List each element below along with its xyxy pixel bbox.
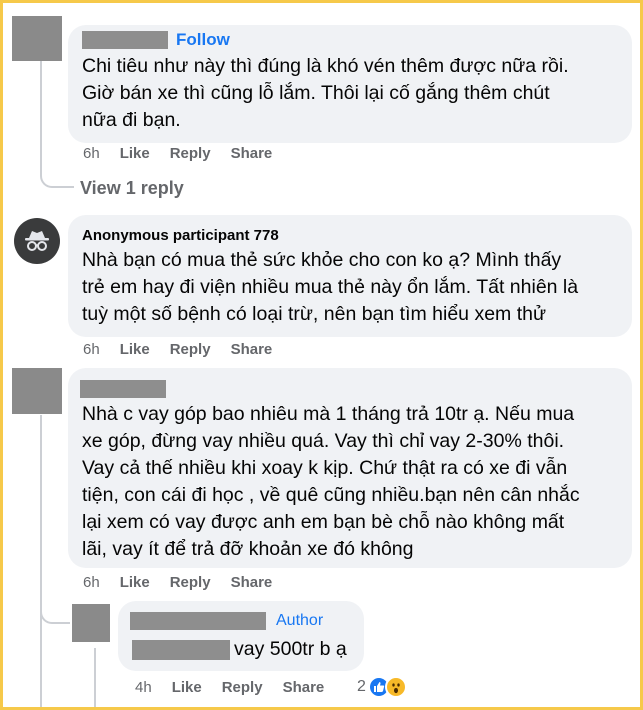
author-name-redacted[interactable] bbox=[82, 31, 168, 49]
wow-reaction-icon bbox=[384, 676, 407, 698]
avatar[interactable] bbox=[72, 604, 110, 642]
timestamp[interactable]: 4h bbox=[135, 679, 152, 696]
comment-line: lại xem có vay được anh em bạn bè chỗ nà… bbox=[82, 511, 565, 533]
comment-actions: 6h Like Reply Share bbox=[83, 145, 292, 162]
comment-bubble: Nhà c vay góp bao nhiêu mà 1 tháng trả 1… bbox=[68, 368, 632, 568]
follow-button[interactable]: Follow bbox=[176, 30, 230, 50]
reply-bubble: Author vay 500tr b ạ bbox=[118, 601, 364, 671]
share-button[interactable]: Share bbox=[231, 145, 273, 162]
comment-text: Chi tiêu như này thì đúng là khó vén thê… bbox=[82, 53, 569, 134]
comment-line: Nhà c vay góp bao nhiêu mà 1 tháng trả 1… bbox=[82, 403, 575, 425]
share-button[interactable]: Share bbox=[231, 341, 273, 358]
reaction-summary[interactable]: 2 bbox=[357, 676, 407, 698]
comment-text: Nhà bạn có mua thẻ sức khỏe cho con ko ạ… bbox=[82, 247, 578, 328]
comment-actions: 6h Like Reply Share bbox=[83, 574, 292, 591]
reply-button[interactable]: Reply bbox=[170, 341, 211, 358]
anonymous-avatar[interactable] bbox=[14, 218, 60, 264]
comment-line: nữa đi bạn. bbox=[82, 109, 181, 131]
author-name-redacted[interactable] bbox=[130, 612, 266, 630]
reply-button[interactable]: Reply bbox=[170, 145, 211, 162]
avatar[interactable] bbox=[12, 16, 62, 61]
incognito-icon bbox=[25, 231, 49, 251]
reaction-count: 2 bbox=[357, 678, 366, 695]
reply-line: vay 500tr b ạ bbox=[234, 638, 347, 660]
like-button[interactable]: Like bbox=[172, 679, 202, 696]
comment-line: Giờ bán xe thì cũng lỗ lắm. Thôi lại cố … bbox=[82, 82, 550, 104]
comment-bubble: Anonymous participant 778 Nhà bạn có mua… bbox=[68, 215, 632, 337]
comment-line: tuỳ một số bệnh có loại trừ, nên bạn tìm… bbox=[82, 303, 547, 325]
thread-curve bbox=[40, 160, 74, 188]
comment-line: tiện, con cái đi học , về quê cũng nhiều… bbox=[82, 484, 580, 506]
like-button[interactable]: Like bbox=[120, 574, 150, 591]
comment-line: xe góp, đừng vay nhiều quá. Vay thì chỉ … bbox=[82, 430, 565, 452]
share-button[interactable]: Share bbox=[283, 679, 325, 696]
redacted-text bbox=[132, 639, 230, 660]
author-badge: Author bbox=[276, 612, 324, 629]
comment-line: Chi tiêu như này thì đúng là khó vén thê… bbox=[82, 55, 569, 77]
reply-button[interactable]: Reply bbox=[222, 679, 263, 696]
author-name-redacted[interactable] bbox=[80, 380, 166, 398]
reply-actions: 4h Like Reply Share bbox=[135, 679, 344, 696]
comment-line: Nhà bạn có mua thẻ sức khỏe cho con ko ạ… bbox=[82, 249, 562, 271]
comment-text: Nhà c vay góp bao nhiêu mà 1 tháng trả 1… bbox=[82, 401, 580, 563]
thread-line bbox=[40, 415, 42, 710]
share-button[interactable]: Share bbox=[231, 574, 273, 591]
avatar[interactable] bbox=[12, 368, 62, 414]
comment-line: lãi, vay ít để trả đỡ khoản xe đó không bbox=[82, 538, 414, 560]
comment-line: trẻ em hay đi viện nhiều mua thẻ này ổn … bbox=[82, 276, 579, 298]
reply-button[interactable]: Reply bbox=[170, 574, 211, 591]
thread-line bbox=[94, 648, 96, 710]
comment-bubble: Follow Chi tiêu như này thì đúng là khó … bbox=[68, 25, 632, 143]
timestamp[interactable]: 6h bbox=[83, 341, 100, 358]
reply-text: vay 500tr b ạ bbox=[132, 636, 347, 663]
timestamp[interactable]: 6h bbox=[83, 145, 100, 162]
timestamp[interactable]: 6h bbox=[83, 574, 100, 591]
thread-curve bbox=[40, 600, 70, 624]
view-replies-link[interactable]: View 1 reply bbox=[80, 178, 184, 199]
like-button[interactable]: Like bbox=[120, 341, 150, 358]
like-button[interactable]: Like bbox=[120, 145, 150, 162]
comment-actions: 6h Like Reply Share bbox=[83, 341, 292, 358]
comment-line: Vay cả thế nhiều khi xoay k kịp. Chứ thậ… bbox=[82, 457, 568, 479]
author-name[interactable]: Anonymous participant 778 bbox=[82, 227, 279, 244]
thread-line bbox=[40, 60, 42, 175]
